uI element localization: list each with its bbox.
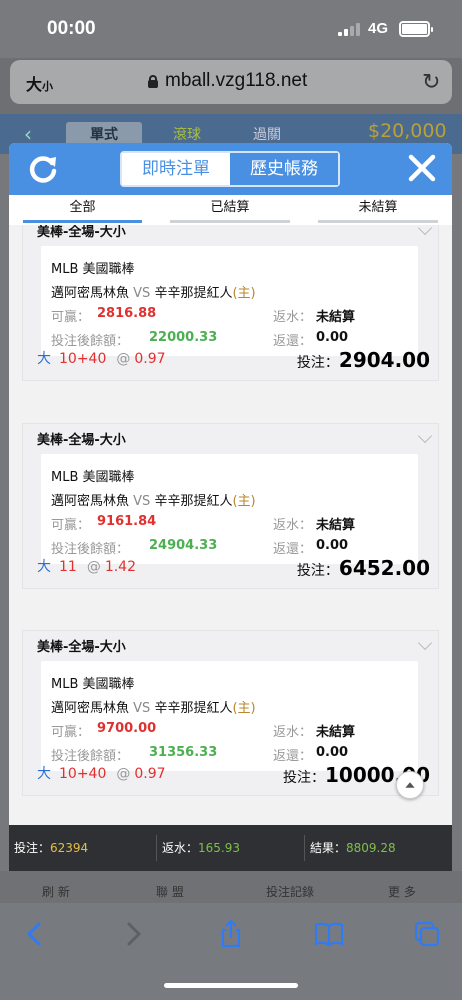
balance-after-value: 24904.33 <box>149 538 218 553</box>
signal-icon <box>338 22 362 36</box>
match-teams: 邁阿密馬林魚 VS 辛辛那提紅人(主) <box>51 494 256 509</box>
match-teams: 邁阿密馬林魚 VS 辛辛那提紅人(主) <box>51 286 256 301</box>
bet-card[interactable]: 美棒-全場-大小 MLB 美國職棒 邁阿密馬林魚 VS 辛辛那提紅人(主) 可贏… <box>22 423 439 589</box>
summary-bar: 投注：62394 返水：165.93 結果：8809.28 <box>9 825 452 871</box>
bet-type: 美棒-全場-大小 <box>37 640 126 655</box>
nav-refresh: 刷 新 <box>42 885 70 899</box>
win-label: 可贏： <box>51 518 91 533</box>
status-time: 00:00 <box>47 18 96 39</box>
nav-bet-record: 投注記錄 <box>266 885 315 899</box>
reload-icon[interactable]: ↻ <box>422 70 440 95</box>
balance-after-label: 投注後餘額： <box>51 542 130 557</box>
lock-icon <box>148 75 158 88</box>
return-value: 0.00 <box>316 330 349 345</box>
bet-slip-modal: 即時注單 歷史帳務 全部 已結算 未結算 美棒-全場-大小 MLB 美國職棒 邁… <box>9 143 452 825</box>
league-name: MLB 美國職棒 <box>51 470 135 485</box>
url-text[interactable]: mball.vzg118.net <box>165 70 307 92</box>
refresh-icon[interactable] <box>25 151 61 187</box>
filter-tabs: 全部 已結算 未結算 <box>9 195 452 225</box>
bet-card[interactable]: 美棒-全場-大小 MLB 美國職棒 邁阿密馬林魚 VS 辛辛那提紅人(主) 可贏… <box>22 630 439 796</box>
rebate-value: 未結算 <box>316 518 356 533</box>
bet-list[interactable]: 美棒-全場-大小 MLB 美國職棒 邁阿密馬林魚 VS 辛辛那提紅人(主) 可贏… <box>9 225 452 825</box>
balance-after-value: 31356.33 <box>149 745 218 760</box>
bet-detail: MLB 美國職棒 邁阿密馬林魚 VS 辛辛那提紅人(主) 可贏： 9700.00… <box>41 661 418 771</box>
rebate-value: 未結算 <box>316 310 356 325</box>
match-teams: 邁阿密馬林魚 VS 辛辛那提紅人(主) <box>51 701 256 716</box>
site-bottom-nav: 刷 新 聯 盟 投注記錄 更 多 <box>0 871 462 903</box>
stake: 投注：6452.00 <box>296 556 430 580</box>
league-name: MLB 美國職棒 <box>51 262 135 277</box>
return-label: 返還： <box>273 542 313 557</box>
total-bet: 投注：62394 <box>9 835 157 861</box>
rebate-label: 返水： <box>273 310 313 325</box>
chevron-down-icon[interactable] <box>417 635 433 651</box>
win-value: 9161.84 <box>97 514 157 529</box>
filter-settled[interactable]: 已結算 <box>170 195 290 225</box>
win-label: 可贏： <box>51 725 91 740</box>
share-icon[interactable] <box>216 919 246 949</box>
return-value: 0.00 <box>316 745 349 760</box>
filter-all[interactable]: 全部 <box>23 195 142 225</box>
address-bar[interactable]: 大小 mball.vzg118.net ↻ <box>10 60 452 104</box>
return-label: 返還： <box>273 749 313 764</box>
stake: 投注：2904.00 <box>296 348 430 372</box>
bet-pick: 大 10+40 @0.97 <box>37 351 166 367</box>
nav-more: 更 多 <box>388 885 416 899</box>
back-icon[interactable] <box>20 919 50 949</box>
filter-unsettled[interactable]: 未結算 <box>318 195 438 225</box>
status-bar: 00:00 4G <box>0 0 462 58</box>
chevron-down-icon[interactable] <box>417 428 433 444</box>
win-value: 9700.00 <box>97 721 157 736</box>
total-rebate: 返水：165.93 <box>157 835 305 861</box>
bet-pick: 大 10+40 @0.97 <box>37 766 166 782</box>
text-size-button[interactable]: 大小 <box>26 71 53 95</box>
bet-detail: MLB 美國職棒 邁阿密馬林魚 VS 辛辛那提紅人(主) 可贏： 9161.84… <box>41 454 418 564</box>
bet-detail: MLB 美國職棒 邁阿密馬林魚 VS 辛辛那提紅人(主) 可贏： 2816.88… <box>41 246 418 356</box>
battery-icon <box>399 21 433 37</box>
bookmarks-icon[interactable] <box>314 919 344 949</box>
balance-after-value: 22000.33 <box>149 330 218 345</box>
league-name: MLB 美國職棒 <box>51 677 135 692</box>
balance-after-label: 投注後餘額： <box>51 334 130 349</box>
chevron-down-icon[interactable] <box>417 225 433 236</box>
return-value: 0.00 <box>316 538 349 553</box>
rebate-label: 返水： <box>273 518 313 533</box>
return-label: 返還： <box>273 334 313 349</box>
tab-live-bets[interactable]: 即時注單 <box>122 153 230 185</box>
home-indicator <box>164 983 298 988</box>
rebate-value: 未結算 <box>316 725 356 740</box>
total-result: 結果：8809.28 <box>310 841 396 855</box>
view-switch: 即時注單 歷史帳務 <box>120 151 340 187</box>
nav-league: 聯 盟 <box>156 885 184 899</box>
tabs-icon[interactable] <box>412 919 442 949</box>
forward-icon[interactable] <box>118 919 148 949</box>
modal-header: 即時注單 歷史帳務 <box>9 143 452 195</box>
win-label: 可贏： <box>51 310 91 325</box>
network-type: 4G <box>368 20 389 37</box>
win-value: 2816.88 <box>97 306 157 321</box>
bet-card[interactable]: 美棒-全場-大小 MLB 美國職棒 邁阿密馬林魚 VS 辛辛那提紅人(主) 可贏… <box>22 225 439 381</box>
scroll-to-top-icon[interactable] <box>396 771 424 799</box>
rebate-label: 返水： <box>273 725 313 740</box>
close-icon[interactable] <box>407 153 437 183</box>
bet-type: 美棒-全場-大小 <box>37 433 126 448</box>
tab-history[interactable]: 歷史帳務 <box>230 153 338 185</box>
bet-type: 美棒-全場-大小 <box>37 225 126 240</box>
balance-after-label: 投注後餘額： <box>51 749 130 764</box>
bet-pick: 大 11 @1.42 <box>37 559 136 575</box>
